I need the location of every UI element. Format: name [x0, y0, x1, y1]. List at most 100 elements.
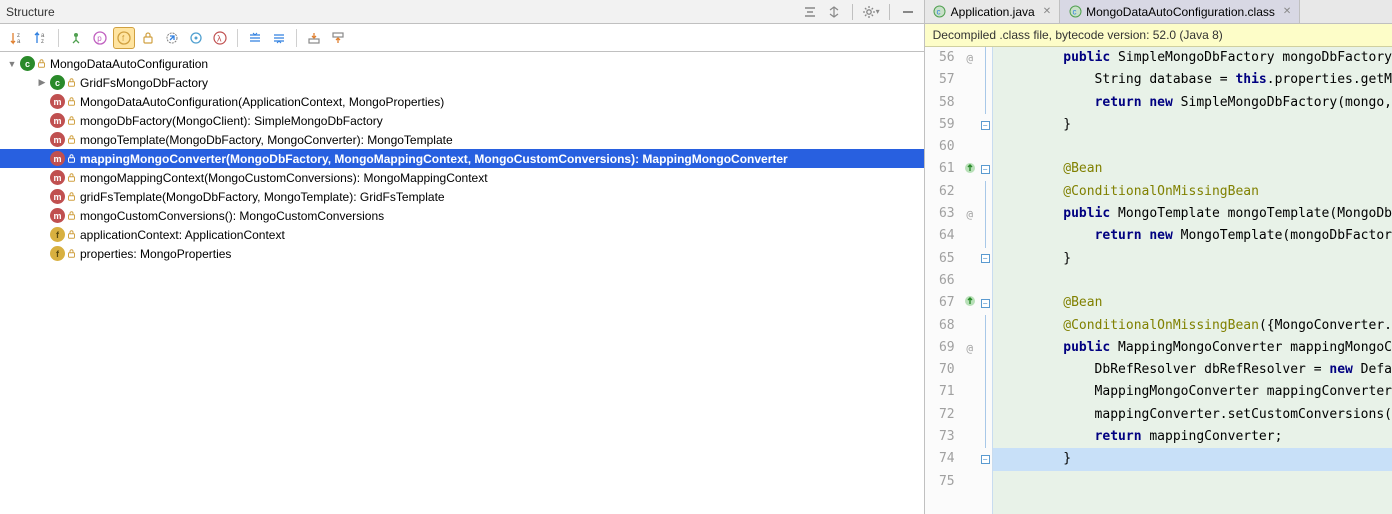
tree-row[interactable]: mmappingMongoConverter(MongoDbFactory, M… [0, 149, 924, 168]
class-badge-icon: c [50, 75, 65, 90]
close-icon[interactable]: ✕ [1283, 6, 1291, 17]
lock-icon [66, 135, 76, 145]
tab-label: Application.java [951, 5, 1035, 19]
code-line[interactable]: } [993, 248, 1392, 270]
show-properties-icon[interactable]: p [89, 27, 111, 49]
field-badge-icon: f [50, 246, 65, 261]
field-badge-icon: f [50, 227, 65, 242]
code-line[interactable]: } [993, 448, 1392, 470]
expand-arrow-icon[interactable]: ▶ [36, 77, 48, 89]
tree-label: MongoDataAutoConfiguration [50, 57, 208, 71]
tree-row[interactable]: mmongoTemplate(MongoDbFactory, MongoConv… [0, 130, 924, 149]
tree-row[interactable]: ▶c GridFsMongoDbFactory [0, 73, 924, 92]
annotation-indicator-icon[interactable]: @ [966, 342, 973, 355]
override-gutter-icon[interactable] [964, 295, 976, 311]
code-line[interactable]: return mappingConverter; [993, 426, 1392, 448]
view-mode-icon-1[interactable] [800, 2, 820, 22]
method-badge-icon: m [50, 113, 65, 128]
override-gutter-icon[interactable] [964, 162, 976, 178]
code-line[interactable]: @ConditionalOnMissingBean [993, 181, 1392, 203]
code-area[interactable]: public SimpleMongoDbFactory mongoDbFacto… [993, 47, 1392, 514]
tree-label: gridFsTemplate(MongoDbFactory, MongoTemp… [80, 190, 445, 204]
expand-arrow-icon[interactable]: ▼ [6, 58, 18, 70]
lock-icon [66, 154, 76, 164]
code-line[interactable] [993, 471, 1392, 493]
tree-label: MongoDataAutoConfiguration(ApplicationCo… [80, 95, 444, 109]
code-line[interactable]: DbRefResolver dbRefResolver = new Defa [993, 359, 1392, 381]
svg-text:λ: λ [217, 33, 222, 43]
show-lambda-icon[interactable]: λ [209, 27, 231, 49]
lock-icon[interactable] [137, 27, 159, 49]
code-line[interactable]: @Bean [993, 292, 1392, 314]
lock-icon [66, 78, 76, 88]
tree-row[interactable]: mmongoMappingContext(MongoCustomConversi… [0, 168, 924, 187]
svg-text:z: z [41, 39, 44, 45]
svg-text:c: c [1072, 8, 1076, 17]
svg-text:c: c [937, 8, 941, 17]
lock-icon [66, 211, 76, 221]
structure-tree[interactable]: ▼ c MongoDataAutoConfiguration ▶c GridFsMo… [0, 52, 924, 514]
svg-text:p: p [97, 34, 102, 43]
sort-alpha-asc-icon[interactable]: az [30, 27, 52, 49]
method-badge-icon: m [50, 189, 65, 204]
tree-row[interactable]: m mongoCustomConversions(): MongoCustomCo… [0, 206, 924, 225]
autoscroll-from-source-icon[interactable] [327, 27, 349, 49]
tree-row[interactable]: fapplicationContext: ApplicationContext [0, 225, 924, 244]
hide-icon[interactable] [898, 2, 918, 22]
code-line[interactable]: mappingConverter.setCustomConversions( [993, 404, 1392, 426]
view-mode-icon-2[interactable] [824, 2, 844, 22]
tree-row[interactable]: m gridFsTemplate(MongoDbFactory, MongoTem… [0, 187, 924, 206]
code-line[interactable]: String database = this.properties.getM [993, 69, 1392, 91]
tree-label: properties: MongoProperties [80, 247, 231, 261]
code-line[interactable]: public MappingMongoConverter mappingMong… [993, 337, 1392, 359]
tree-row[interactable]: mMongoDataAutoConfiguration(ApplicationC… [0, 92, 924, 111]
code-line[interactable]: public SimpleMongoDbFactory mongoDbFacto… [993, 47, 1392, 69]
method-badge-icon: m [50, 170, 65, 185]
lock-icon [66, 192, 76, 202]
expand-all-icon[interactable] [244, 27, 266, 49]
code-line[interactable]: return new SimpleMongoDbFactory(mongo, [993, 92, 1392, 114]
file-icon: c [933, 5, 947, 19]
code-line[interactable] [993, 270, 1392, 292]
code-line[interactable]: MappingMongoConverter mappingConverter [993, 381, 1392, 403]
show-inherited-icon[interactable] [161, 27, 183, 49]
annotation-indicator-icon[interactable]: @ [966, 52, 973, 65]
lock-icon [66, 97, 76, 107]
code-line[interactable]: public MongoTemplate mongoTemplate(Mongo… [993, 203, 1392, 225]
fold-gutter[interactable]: − − − − − [979, 47, 993, 514]
lock-icon [36, 59, 46, 69]
tree-row[interactable]: f properties: MongoProperties [0, 244, 924, 263]
code-line[interactable] [993, 136, 1392, 158]
editor-tab[interactable]: cMongoDataAutoConfiguration.class✕ [1060, 0, 1300, 23]
tree-label: GridFsMongoDbFactory [80, 76, 208, 90]
method-badge-icon: m [50, 208, 65, 223]
lock-icon [66, 116, 76, 126]
collapse-all-icon[interactable] [268, 27, 290, 49]
code-line[interactable]: } [993, 114, 1392, 136]
fold-close-icon[interactable]: − [981, 455, 990, 464]
tree-row-root[interactable]: ▼ c MongoDataAutoConfiguration [0, 54, 924, 73]
fold-open-icon[interactable]: − [981, 299, 990, 308]
show-fields-icon[interactable]: f [113, 27, 135, 49]
tree-label: mongoCustomConversions(): MongoCustomCon… [80, 209, 384, 223]
code-line[interactable]: @Bean [993, 158, 1392, 180]
panel-title: Structure [6, 5, 55, 19]
panel-header: Structure ▾ [0, 0, 924, 24]
fold-open-icon[interactable]: − [981, 165, 990, 174]
annotation-indicator-icon[interactable]: @ [966, 208, 973, 221]
editor-tab[interactable]: c Application.java ✕ [925, 0, 1060, 23]
annotation-gutter[interactable]: @ @ @ [961, 47, 979, 514]
close-icon[interactable]: ✕ [1043, 6, 1051, 17]
show-supertypes-icon[interactable] [65, 27, 87, 49]
show-anonymous-icon[interactable] [185, 27, 207, 49]
code-line[interactable]: return new MongoTemplate(mongoDbFactor [993, 225, 1392, 247]
fold-close-icon[interactable]: − [981, 254, 990, 263]
code-line[interactable]: @ConditionalOnMissingBean({MongoConverte… [993, 315, 1392, 337]
tree-row[interactable]: mmongoDbFactory(MongoClient): SimpleMong… [0, 111, 924, 130]
settings-icon[interactable]: ▾ [861, 2, 881, 22]
code-editor[interactable]: 5657585960616263646566676869707172737475… [925, 47, 1392, 514]
sort-alpha-desc-icon[interactable]: za [6, 27, 28, 49]
autoscroll-to-source-icon[interactable] [303, 27, 325, 49]
fold-close-icon[interactable]: − [981, 121, 990, 130]
structure-panel: Structure ▾ za az p f λ [0, 0, 925, 514]
